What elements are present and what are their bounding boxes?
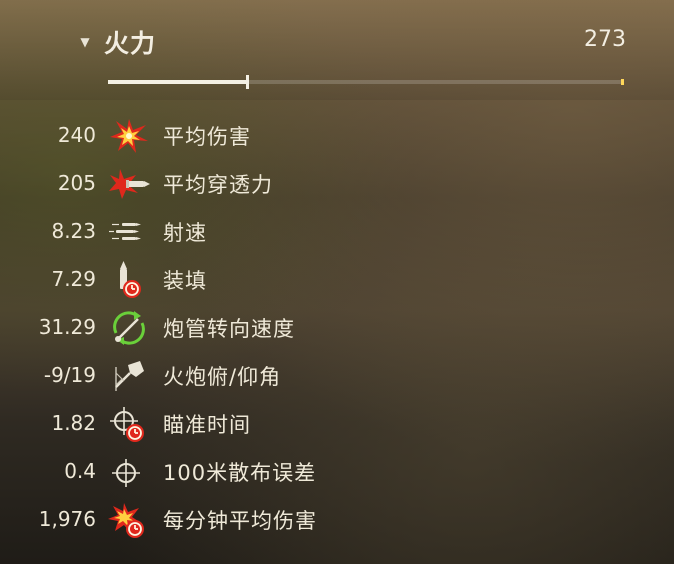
stat-value: 31.29 — [38, 315, 96, 339]
damage-burst-icon — [106, 115, 152, 157]
stat-row-reload: 7.29 装填 — [0, 257, 674, 305]
stat-label: 100米散布误差 — [163, 461, 317, 485]
firepower-progress-marker — [246, 75, 250, 89]
stat-row-dispersion: 0.4 100米散布误差 — [0, 449, 674, 497]
damage-per-minute-icon — [106, 499, 152, 541]
stat-label: 平均伤害 — [163, 125, 251, 149]
stat-label: 装填 — [163, 269, 207, 293]
stat-value: 205 — [57, 171, 96, 195]
stat-label: 火炮俯/仰角 — [163, 365, 282, 389]
stat-value: 1.82 — [51, 411, 96, 435]
gun-traverse-icon — [106, 307, 152, 349]
firepower-progress-end — [621, 79, 624, 85]
section-title: 火力 — [104, 29, 157, 58]
stat-label: 射速 — [163, 221, 207, 245]
rate-of-fire-icon — [106, 211, 152, 253]
stat-row-damage-per-minute: 1,976 每分钟平均伤害 — [0, 497, 674, 545]
stat-value: 240 — [57, 123, 96, 147]
firepower-progress-bar — [108, 75, 624, 89]
stat-label: 每分钟平均伤害 — [163, 509, 317, 533]
reload-shell-timer-icon — [106, 259, 152, 301]
gun-elevation-icon — [106, 355, 152, 397]
section-total-value: 273 — [584, 27, 626, 52]
stat-row-gun-elevation: -9/19 火炮俯/仰角 — [0, 353, 674, 401]
stat-row-average-penetration: 205 平均穿透力 — [0, 161, 674, 209]
aim-time-icon — [106, 403, 152, 445]
stat-value: 0.4 — [64, 459, 96, 483]
firepower-section-header[interactable]: ▼ 火力 273 — [0, 0, 674, 100]
penetration-shell-icon — [106, 163, 152, 205]
stat-value: 7.29 — [51, 267, 96, 291]
firepower-progress-fill — [108, 80, 248, 84]
stat-row-gun-traverse: 31.29 炮管转向速度 — [0, 305, 674, 353]
stat-row-aim-time: 1.82 瞄准时间 — [0, 401, 674, 449]
stat-value: -9/19 — [43, 363, 96, 387]
crosshair-icon — [106, 451, 152, 493]
stat-label: 平均穿透力 — [163, 173, 273, 197]
stat-row-rate-of-fire: 8.23 射速 — [0, 209, 674, 257]
stat-label: 瞄准时间 — [163, 413, 251, 437]
stat-row-average-damage: 240 平均伤害 — [0, 113, 674, 161]
stat-value: 8.23 — [51, 219, 96, 243]
stat-value: 1,976 — [38, 507, 96, 531]
stat-label: 炮管转向速度 — [163, 317, 295, 341]
chevron-down-icon[interactable]: ▼ — [78, 35, 92, 49]
